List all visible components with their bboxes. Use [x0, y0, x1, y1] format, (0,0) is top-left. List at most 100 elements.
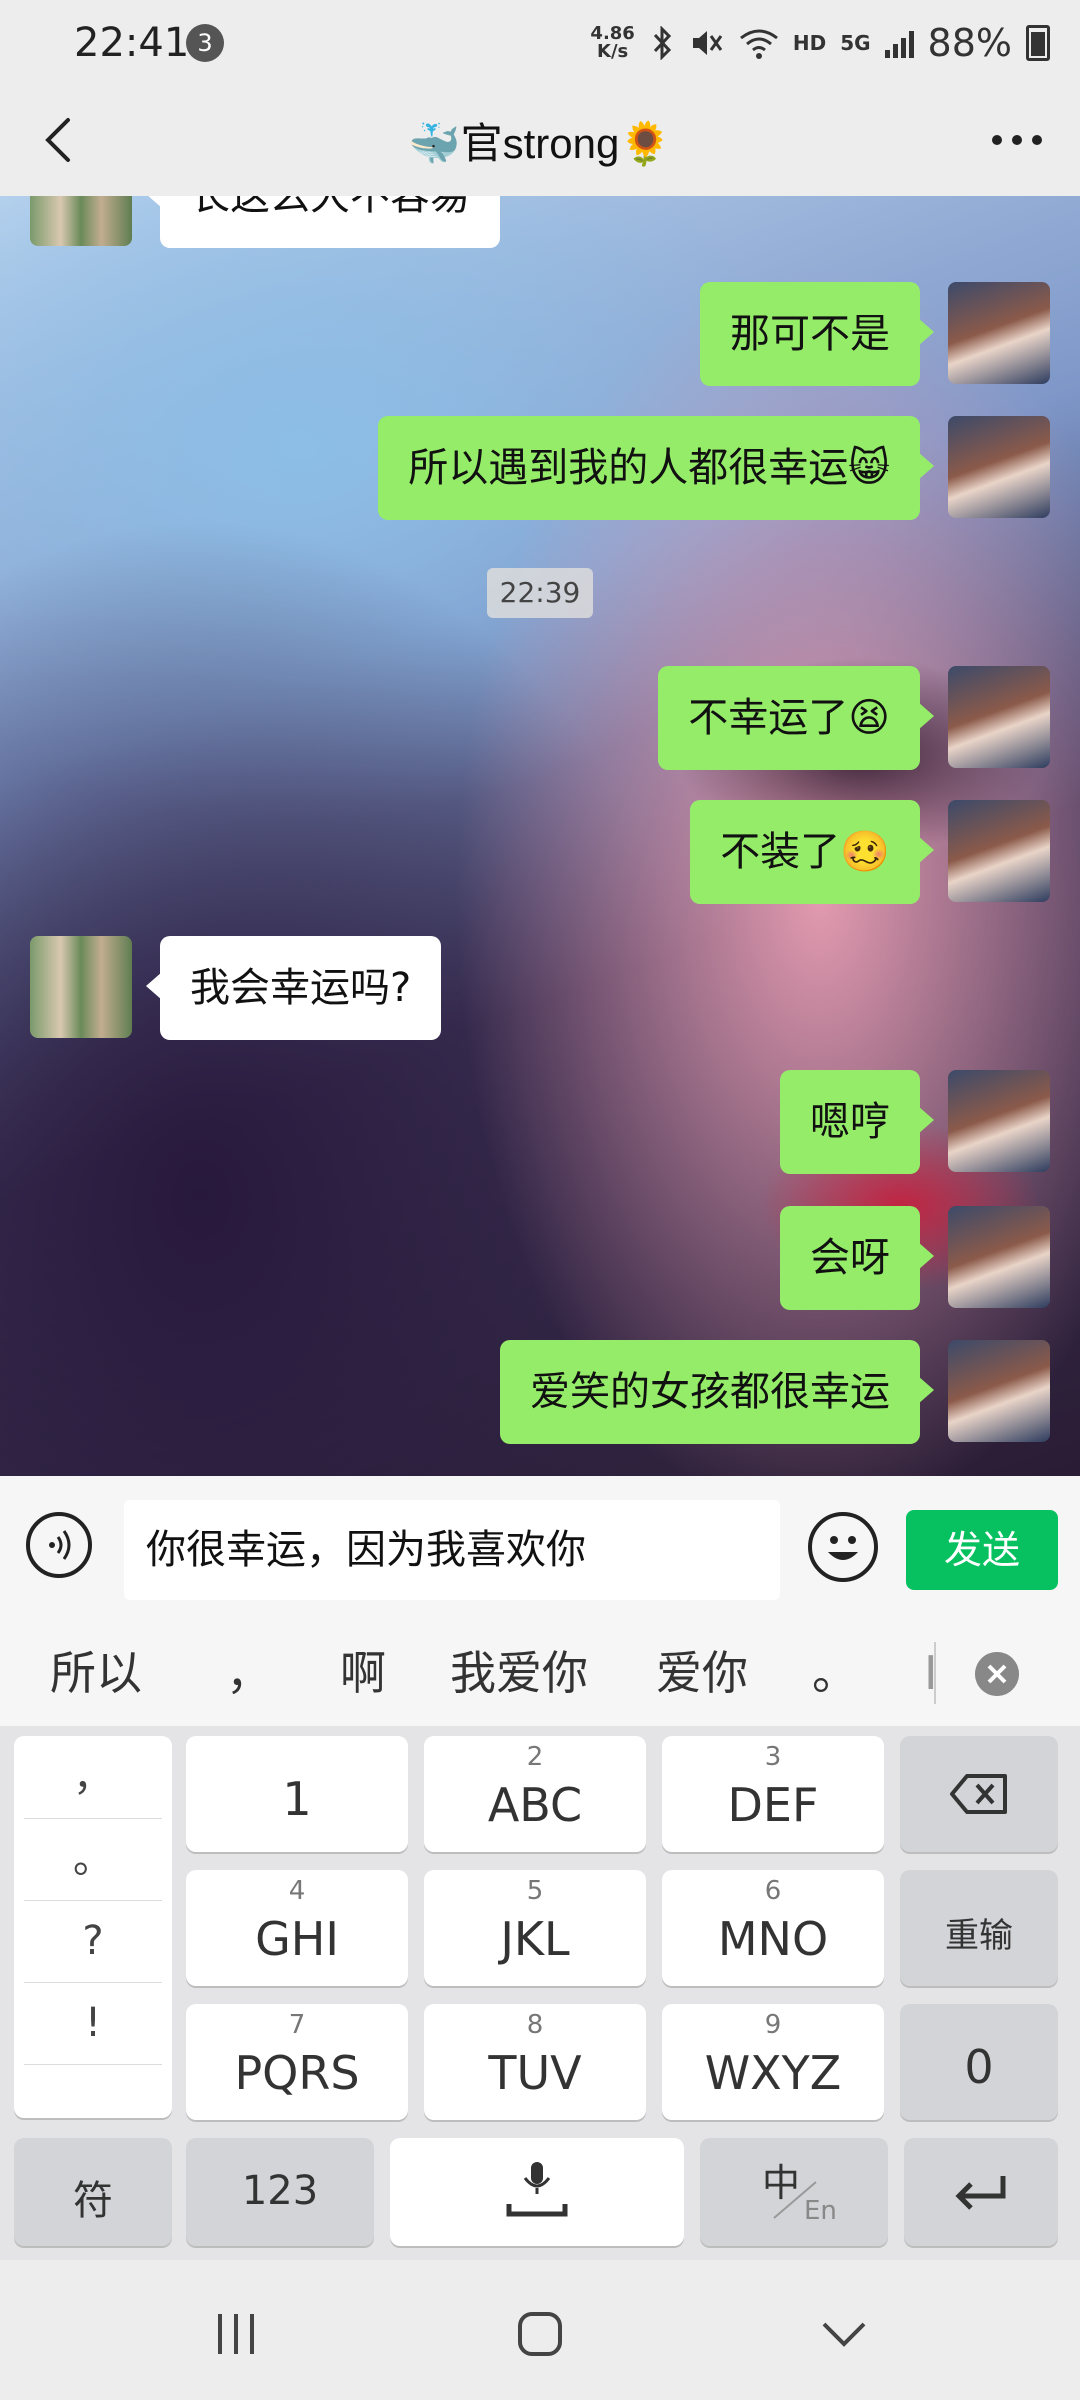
space-key[interactable] [390, 2138, 684, 2246]
message-bubble[interactable]: 爱笑的女孩都很幸运 [500, 1340, 934, 1444]
backspace-icon [950, 1774, 1007, 1814]
recents-icon[interactable] [206, 2304, 266, 2364]
enter-key[interactable] [904, 2138, 1058, 2246]
language-toggle-key[interactable]: 中 En [700, 2138, 888, 2246]
key-number: 3 [764, 1742, 782, 1772]
candidate-word[interactable]: 我爱你 [450, 1620, 588, 1726]
voice-icon[interactable] [26, 1512, 92, 1578]
status-bar: 22:41 3 4.86 K/s HD 5G 88% [0, 0, 1080, 88]
key-label: WXYZ [704, 2046, 842, 2100]
message-bubble[interactable]: 我会幸运吗? [145, 936, 442, 1040]
message-timestamp: 22:39 [487, 568, 593, 618]
key-5-jkl[interactable]: 5 JKL [424, 1870, 646, 1986]
candidate-word[interactable]: ， [226, 1620, 272, 1726]
key-label: 123 [241, 2168, 319, 2214]
message-bubble[interactable]: 所以遇到我的人都很幸运😸 [378, 416, 934, 520]
signal-icon [884, 28, 914, 58]
key-label: JKL [500, 1912, 570, 1966]
candidate-word[interactable]: 啊 [340, 1620, 386, 1726]
symbol-key[interactable]: ! [24, 1982, 162, 2065]
send-button[interactable]: 发送 [906, 1510, 1058, 1590]
key-number: 2 [526, 1742, 544, 1772]
enter-icon [955, 2176, 1006, 2210]
key-label: GHI [255, 1912, 339, 1966]
message-bubble[interactable]: 长这么大不容易 [146, 196, 500, 248]
hd-label: HD [792, 31, 827, 55]
key-label: 0 [964, 2040, 994, 2094]
space-mic-icon [506, 2162, 568, 2217]
my-avatar[interactable] [948, 666, 1050, 768]
symbol-key[interactable]: ? [24, 1900, 162, 1983]
my-avatar[interactable] [948, 1070, 1050, 1172]
candidate-word[interactable]: 所以 [50, 1620, 142, 1726]
my-avatar[interactable] [948, 1340, 1050, 1442]
key-number: 5 [526, 1876, 544, 1906]
key-3-def[interactable]: 3 DEF [662, 1736, 884, 1852]
wifi-icon [739, 29, 778, 59]
message-bubble[interactable]: 不幸运了😫 [658, 666, 934, 770]
candidate-word[interactable]: 爱你 [656, 1620, 748, 1726]
key-label: PQRS [234, 2046, 360, 2100]
key-number: 4 [288, 1876, 306, 1906]
network-type: 5G [840, 31, 871, 55]
key-label: 1 [282, 1772, 312, 1826]
clock: 22:41 [74, 20, 190, 66]
key-number: 6 [764, 1876, 782, 1906]
symbol-column[interactable]: ， 。 ? ! [14, 1736, 172, 2118]
my-avatar[interactable] [948, 416, 1050, 518]
battery-percent: 88% [927, 21, 1012, 65]
bluetooth-icon [653, 26, 671, 60]
contact-avatar[interactable] [30, 936, 132, 1038]
key-number: 7 [288, 2010, 306, 2040]
key-label: TUV [488, 2046, 582, 2100]
key-6-mno[interactable]: 6 MNO [662, 1870, 884, 1986]
symbol-key[interactable]: 。 [24, 1818, 162, 1901]
my-avatar[interactable] [948, 282, 1050, 384]
numeric-key-toggle[interactable]: 123 [186, 2138, 374, 2246]
battery-icon [1026, 25, 1050, 61]
smiley-face-icon [828, 1536, 858, 1560]
message-input[interactable]: 你很幸运，因为我喜欢你 [124, 1500, 780, 1600]
ime-candidate-bar: 所以 ， 啊 我爱你 爱你 。 I [0, 1620, 1080, 1726]
emoji-icon[interactable] [808, 1512, 878, 1582]
back-chevron-icon[interactable] [814, 2304, 874, 2364]
key-label: 符 [73, 2178, 113, 2224]
contact-avatar[interactable] [30, 196, 132, 246]
mute-icon [692, 31, 723, 55]
my-avatar[interactable] [948, 1206, 1050, 1308]
symbol-key-toggle[interactable]: 符 [14, 2138, 172, 2246]
key-7-pqrs[interactable]: 7 PQRS [186, 2004, 408, 2120]
message-bubble[interactable]: 嗯哼 [780, 1070, 934, 1174]
voice-waves-icon [49, 1530, 71, 1560]
candidate-word[interactable]: 。 [812, 1620, 858, 1726]
t9-keyboard: ， 。 ? ! 1 2 ABC 3 DEF 4 GHI 5 JKL 6 MNO … [0, 1726, 1080, 2260]
chat-header: 🐳官strong🌻 [0, 88, 1080, 196]
notification-badge: 3 [186, 24, 224, 62]
key-label: DEF [727, 1778, 819, 1832]
message-bubble[interactable]: 会呀 [780, 1206, 934, 1310]
key-number: 8 [526, 2010, 544, 2040]
symbol-key[interactable]: ， [24, 1736, 162, 1819]
reenter-key[interactable]: 重输 [900, 1870, 1058, 1986]
my-avatar[interactable] [948, 800, 1050, 902]
close-candidates-icon[interactable] [975, 1652, 1019, 1696]
key-1[interactable]: 1 [186, 1736, 408, 1852]
input-bar: 你很幸运，因为我喜欢你 发送 [0, 1476, 1080, 1621]
backspace-key[interactable] [900, 1736, 1058, 1852]
home-icon[interactable] [510, 2304, 570, 2364]
net-speed: 4.86 K/s [590, 25, 634, 61]
message-bubble[interactable]: 那可不是 [700, 282, 934, 386]
key-9-wxyz[interactable]: 9 WXYZ [662, 2004, 884, 2120]
more-icon[interactable] [982, 110, 1052, 170]
message-bubble[interactable]: 不装了🥴 [690, 800, 934, 904]
key-number: 9 [764, 2010, 782, 2040]
key-label: MNO [717, 1912, 829, 1966]
key-4-ghi[interactable]: 4 GHI [186, 1870, 408, 1986]
key-2-abc[interactable]: 2 ABC [424, 1736, 646, 1852]
chat-area[interactable]: 长这么大不容易 那可不是 所以遇到我的人都很幸运😸 22:39 不幸运了😫 不装… [0, 196, 1080, 1476]
key-label: 重输 [945, 1916, 1013, 1956]
key-label: ABC [487, 1778, 583, 1832]
key-0[interactable]: 0 [900, 2004, 1058, 2120]
net-speed-unit: K/s [597, 41, 629, 62]
key-8-tuv[interactable]: 8 TUV [424, 2004, 646, 2120]
